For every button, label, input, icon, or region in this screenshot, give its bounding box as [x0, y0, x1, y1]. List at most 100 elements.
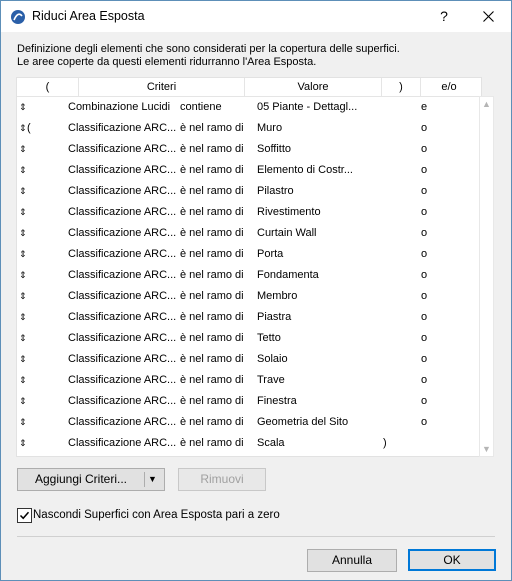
operator-cell[interactable]: è nel ramo di — [180, 139, 244, 160]
drag-handle-icon[interactable]: ⇕ — [19, 370, 29, 391]
table-row[interactable]: ⇕ Classificazione ARC... è nel ramo di Soff… — [17, 139, 481, 160]
table-row[interactable]: ⇕ Classificazione ARC... è nel ramo di Elem… — [17, 160, 481, 181]
close-paren-cell[interactable]: ) — [383, 433, 387, 454]
value-cell[interactable]: Elemento di Costr... — [257, 160, 353, 181]
table-row[interactable]: ⇕ Classificazione ARC... è nel ramo di Geom… — [17, 412, 481, 433]
criterion-cell[interactable]: Classificazione ARC... — [68, 433, 176, 454]
drag-handle-icon[interactable]: ⇕ — [19, 433, 29, 454]
drag-handle-icon[interactable]: ⇕ — [19, 97, 29, 118]
criterion-cell[interactable]: Classificazione ARC... — [68, 265, 176, 286]
value-cell[interactable]: Rivestimento — [257, 202, 321, 223]
table-row[interactable]: ⇕ Classificazione ARC... è nel ramo di Pias… — [17, 307, 481, 328]
value-cell[interactable]: Finestra — [257, 391, 297, 412]
drag-handle-icon[interactable]: ⇕ — [19, 391, 29, 412]
table-row[interactable]: ⇕ Classificazione ARC... è nel ramo di Trav… — [17, 370, 481, 391]
header-open-paren[interactable]: ( — [17, 78, 79, 96]
value-cell[interactable]: Pilastro — [257, 181, 294, 202]
criterion-cell[interactable]: Classificazione ARC... — [68, 223, 176, 244]
table-row[interactable]: ⇕ Classificazione ARC... è nel ramo di Memb… — [17, 286, 481, 307]
value-cell[interactable]: Scala — [257, 433, 285, 454]
operator-cell[interactable]: è nel ramo di — [180, 202, 244, 223]
operator-cell[interactable]: è nel ramo di — [180, 307, 244, 328]
andor-cell[interactable]: o — [421, 286, 427, 307]
drag-handle-icon[interactable]: ⇕ — [19, 223, 29, 244]
value-cell[interactable]: Fondamenta — [257, 265, 319, 286]
andor-cell[interactable]: o — [421, 223, 427, 244]
table-row[interactable]: ⇕ Classificazione ARC... è nel ramo di Tett… — [17, 328, 481, 349]
operator-cell[interactable]: contiene — [180, 97, 222, 118]
andor-cell[interactable]: o — [421, 139, 427, 160]
drag-handle-icon[interactable]: ⇕ — [19, 181, 29, 202]
criterion-cell[interactable]: Classificazione ARC... — [68, 286, 176, 307]
hide-zero-surfaces-checkbox[interactable] — [17, 508, 32, 523]
drag-handle-icon[interactable]: ⇕ — [19, 286, 29, 307]
table-row[interactable]: ⇕ Classificazione ARC... è nel ramo di Sola… — [17, 349, 481, 370]
drag-handle-icon[interactable]: ⇕ — [19, 349, 29, 370]
header-andor[interactable]: e/o — [421, 78, 477, 96]
remove-button[interactable]: Rimuovi — [178, 468, 266, 491]
table-row[interactable]: ⇕ Classificazione ARC... è nel ramo di Curt… — [17, 223, 481, 244]
andor-cell[interactable]: e — [421, 97, 427, 118]
scroll-up-icon[interactable]: ▲ — [482, 99, 491, 109]
criterion-cell[interactable]: Classificazione ARC... — [68, 349, 176, 370]
table-row[interactable]: ⇕ Classificazione ARC... è nel ramo di Port… — [17, 244, 481, 265]
criterion-cell[interactable]: Classificazione ARC... — [68, 160, 176, 181]
criterion-cell[interactable]: Classificazione ARC... — [68, 328, 176, 349]
value-cell[interactable]: Soffitto — [257, 139, 291, 160]
table-row[interactable]: ⇕ Classificazione ARC... è nel ramo di Pila… — [17, 181, 481, 202]
operator-cell[interactable]: è nel ramo di — [180, 244, 244, 265]
operator-cell[interactable]: è nel ramo di — [180, 265, 244, 286]
value-cell[interactable]: Trave — [257, 370, 285, 391]
andor-cell[interactable]: o — [421, 328, 427, 349]
andor-cell[interactable]: o — [421, 265, 427, 286]
table-row[interactable]: ⇕ Classificazione ARC... è nel ramo di Fond… — [17, 265, 481, 286]
table-row[interactable]: ⇕ Classificazione ARC... è nel ramo di Scal… — [17, 433, 481, 454]
operator-cell[interactable]: è nel ramo di — [180, 118, 244, 139]
andor-cell[interactable]: o — [421, 391, 427, 412]
open-paren-cell[interactable]: ( — [27, 118, 31, 139]
close-button[interactable] — [467, 1, 511, 32]
andor-cell[interactable]: o — [421, 412, 427, 433]
andor-cell[interactable]: o — [421, 349, 427, 370]
vertical-scrollbar[interactable]: ▲ ▼ — [479, 96, 494, 457]
add-criteria-button[interactable]: Aggiungi Criteri... ▼ — [17, 468, 165, 491]
operator-cell[interactable]: è nel ramo di — [180, 181, 244, 202]
table-row[interactable]: ⇕ Classificazione ARC... è nel ramo di Fine… — [17, 391, 481, 412]
criterion-cell[interactable]: Classificazione ARC... — [68, 391, 176, 412]
criterion-cell[interactable]: Combinazione Lucidi — [68, 97, 170, 118]
drag-handle-icon[interactable]: ⇕ — [19, 412, 29, 433]
criterion-cell[interactable]: Classificazione ARC... — [68, 412, 176, 433]
header-value[interactable]: Valore — [245, 78, 382, 96]
value-cell[interactable]: Membro — [257, 286, 297, 307]
andor-cell[interactable]: o — [421, 181, 427, 202]
drag-handle-icon[interactable]: ⇕ — [19, 160, 29, 181]
operator-cell[interactable]: è nel ramo di — [180, 328, 244, 349]
andor-cell[interactable]: o — [421, 118, 427, 139]
drag-handle-icon[interactable]: ⇕ — [19, 328, 29, 349]
value-cell[interactable]: Curtain Wall — [257, 223, 317, 244]
criterion-cell[interactable]: Classificazione ARC... — [68, 181, 176, 202]
drag-handle-icon[interactable]: ⇕ — [19, 202, 29, 223]
value-cell[interactable]: Tetto — [257, 328, 281, 349]
drag-handle-icon[interactable]: ⇕ — [19, 139, 29, 160]
andor-cell[interactable]: o — [421, 202, 427, 223]
criterion-cell[interactable]: Classificazione ARC... — [68, 139, 176, 160]
header-close-paren[interactable]: ) — [382, 78, 421, 96]
operator-cell[interactable]: è nel ramo di — [180, 433, 244, 454]
chevron-down-icon[interactable]: ▼ — [148, 469, 157, 490]
value-cell[interactable]: Piastra — [257, 307, 291, 328]
operator-cell[interactable]: è nel ramo di — [180, 223, 244, 244]
cancel-button[interactable]: Annulla — [307, 549, 397, 572]
ok-button[interactable]: OK — [408, 549, 496, 571]
table-row[interactable]: ⇕ Combinazione Lucidi contiene 05 Piante - … — [17, 97, 481, 118]
andor-cell[interactable]: o — [421, 244, 427, 265]
table-row[interactable]: ⇕ Classificazione ARC... è nel ramo di Rive… — [17, 202, 481, 223]
andor-cell[interactable]: o — [421, 160, 427, 181]
value-cell[interactable]: Muro — [257, 118, 282, 139]
help-button[interactable]: ? — [425, 1, 463, 32]
operator-cell[interactable]: è nel ramo di — [180, 412, 244, 433]
drag-handle-icon[interactable]: ⇕ — [19, 244, 29, 265]
criterion-cell[interactable]: Classificazione ARC... — [68, 118, 176, 139]
value-cell[interactable]: 05 Piante - Dettagl... — [257, 97, 357, 118]
andor-cell[interactable]: o — [421, 307, 427, 328]
